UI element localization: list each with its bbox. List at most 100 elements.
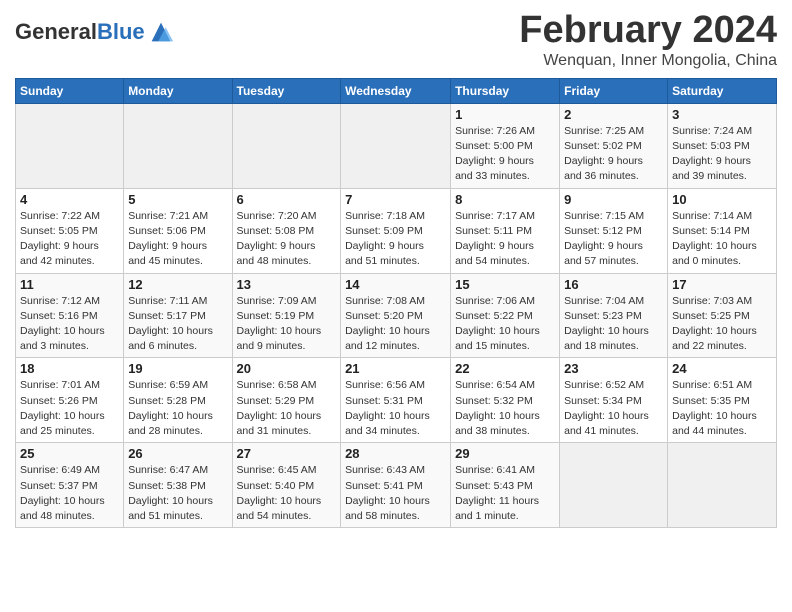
- day-number: 19: [128, 361, 227, 376]
- day-number: 6: [237, 192, 337, 207]
- day-detail: Sunrise: 6:51 AM Sunset: 5:35 PM Dayligh…: [672, 378, 772, 439]
- calendar-cell: 25Sunrise: 6:49 AM Sunset: 5:37 PM Dayli…: [16, 443, 124, 528]
- day-number: 29: [455, 446, 555, 461]
- calendar-cell: 17 Sunrise: 7:03 AM Sunset: 5:25 PM Dayli…: [668, 273, 777, 358]
- calendar-cell: 16 Sunrise: 7:04 AM Sunset: 5:23 PM Dayli…: [560, 273, 668, 358]
- day-detail: Sunrise: 6:52 AM Sunset: 5:34 PM Dayligh…: [564, 378, 663, 439]
- calendar-cell: 7 Sunrise: 7:18 AM Sunset: 5:09 PM Daylig…: [341, 188, 451, 273]
- day-detail: Sunrise: 7:18 AM Sunset: 5:09 PM Dayligh…: [345, 209, 446, 270]
- calendar-header: Sunday Monday Tuesday Wednesday Thursday…: [16, 78, 777, 103]
- page-header: GeneralBlue February 2024 Wenquan, Inner…: [15, 10, 777, 70]
- day-number: 17: [672, 277, 772, 292]
- title-block: February 2024 Wenquan, Inner Mongolia, C…: [519, 10, 777, 70]
- day-number: 16: [564, 277, 663, 292]
- day-number: 8: [455, 192, 555, 207]
- day-detail: Sunrise: 7:14 AM Sunset: 5:14 PM Dayligh…: [672, 209, 772, 270]
- calendar-cell: 19Sunrise: 6:59 AM Sunset: 5:28 PM Dayli…: [124, 358, 232, 443]
- logo: GeneralBlue: [15, 18, 175, 46]
- day-detail: Sunrise: 6:54 AM Sunset: 5:32 PM Dayligh…: [455, 378, 555, 439]
- day-number: 1: [455, 107, 555, 122]
- calendar-cell: [341, 103, 451, 188]
- calendar-cell: 12 Sunrise: 7:11 AM Sunset: 5:17 PM Dayli…: [124, 273, 232, 358]
- day-number: 22: [455, 361, 555, 376]
- calendar-week-1: 1 Sunrise: 7:26 AM Sunset: 5:00 PM Daylig…: [16, 103, 777, 188]
- header-row: Sunday Monday Tuesday Wednesday Thursday…: [16, 78, 777, 103]
- calendar-cell: 3 Sunrise: 7:24 AM Sunset: 5:03 PM Daylig…: [668, 103, 777, 188]
- day-detail: Sunrise: 7:03 AM Sunset: 5:25 PM Dayligh…: [672, 294, 772, 355]
- logo-general-text: General: [15, 19, 97, 44]
- calendar-cell: 5Sunrise: 7:21 AM Sunset: 5:06 PM Daylig…: [124, 188, 232, 273]
- col-monday: Monday: [124, 78, 232, 103]
- calendar-cell: 21 Sunrise: 6:56 AM Sunset: 5:31 PM Dayli…: [341, 358, 451, 443]
- calendar-cell: 1 Sunrise: 7:26 AM Sunset: 5:00 PM Daylig…: [451, 103, 560, 188]
- day-detail: Sunrise: 7:22 AM Sunset: 5:05 PM Dayligh…: [20, 209, 119, 270]
- calendar-week-5: 25Sunrise: 6:49 AM Sunset: 5:37 PM Dayli…: [16, 443, 777, 528]
- day-detail: Sunrise: 7:04 AM Sunset: 5:23 PM Dayligh…: [564, 294, 663, 355]
- calendar-cell: 11 Sunrise: 7:12 AM Sunset: 5:16 PM Dayli…: [16, 273, 124, 358]
- calendar-cell: 14 Sunrise: 7:08 AM Sunset: 5:20 PM Dayli…: [341, 273, 451, 358]
- calendar-cell: [16, 103, 124, 188]
- calendar-cell: 26 Sunrise: 6:47 AM Sunset: 5:38 PM Dayli…: [124, 443, 232, 528]
- calendar-cell: 4 Sunrise: 7:22 AM Sunset: 5:05 PM Daylig…: [16, 188, 124, 273]
- day-detail: Sunrise: 6:58 AM Sunset: 5:29 PM Dayligh…: [237, 378, 337, 439]
- calendar-cell: 2 Sunrise: 7:25 AM Sunset: 5:02 PM Daylig…: [560, 103, 668, 188]
- day-detail: Sunrise: 6:56 AM Sunset: 5:31 PM Dayligh…: [345, 378, 446, 439]
- calendar-cell: 27Sunrise: 6:45 AM Sunset: 5:40 PM Dayli…: [232, 443, 341, 528]
- day-number: 15: [455, 277, 555, 292]
- day-detail: Sunrise: 6:47 AM Sunset: 5:38 PM Dayligh…: [128, 463, 227, 524]
- day-number: 11: [20, 277, 119, 292]
- calendar-cell: 22 Sunrise: 6:54 AM Sunset: 5:32 PM Dayli…: [451, 358, 560, 443]
- calendar-week-4: 18 Sunrise: 7:01 AM Sunset: 5:26 PM Dayli…: [16, 358, 777, 443]
- day-number: 5: [128, 192, 227, 207]
- day-number: 4: [20, 192, 119, 207]
- day-detail: Sunrise: 6:41 AM Sunset: 5:43 PM Dayligh…: [455, 463, 555, 524]
- day-detail: Sunrise: 7:09 AM Sunset: 5:19 PM Dayligh…: [237, 294, 337, 355]
- calendar-cell: 18 Sunrise: 7:01 AM Sunset: 5:26 PM Dayli…: [16, 358, 124, 443]
- day-detail: Sunrise: 7:12 AM Sunset: 5:16 PM Dayligh…: [20, 294, 119, 355]
- day-number: 13: [237, 277, 337, 292]
- day-detail: Sunrise: 7:25 AM Sunset: 5:02 PM Dayligh…: [564, 124, 663, 185]
- day-number: 12: [128, 277, 227, 292]
- day-number: 28: [345, 446, 446, 461]
- day-detail: Sunrise: 7:01 AM Sunset: 5:26 PM Dayligh…: [20, 378, 119, 439]
- day-detail: Sunrise: 7:08 AM Sunset: 5:20 PM Dayligh…: [345, 294, 446, 355]
- day-detail: Sunrise: 7:11 AM Sunset: 5:17 PM Dayligh…: [128, 294, 227, 355]
- calendar-week-2: 4 Sunrise: 7:22 AM Sunset: 5:05 PM Daylig…: [16, 188, 777, 273]
- day-number: 26: [128, 446, 227, 461]
- calendar-cell: 13 Sunrise: 7:09 AM Sunset: 5:19 PM Dayli…: [232, 273, 341, 358]
- day-detail: Sunrise: 7:26 AM Sunset: 5:00 PM Dayligh…: [455, 124, 555, 185]
- day-number: 9: [564, 192, 663, 207]
- day-number: 14: [345, 277, 446, 292]
- day-number: 18: [20, 361, 119, 376]
- day-detail: Sunrise: 7:15 AM Sunset: 5:12 PM Dayligh…: [564, 209, 663, 270]
- calendar-cell: 29 Sunrise: 6:41 AM Sunset: 5:43 PM Dayli…: [451, 443, 560, 528]
- day-detail: Sunrise: 7:24 AM Sunset: 5:03 PM Dayligh…: [672, 124, 772, 185]
- day-detail: Sunrise: 6:43 AM Sunset: 5:41 PM Dayligh…: [345, 463, 446, 524]
- day-number: 2: [564, 107, 663, 122]
- col-wednesday: Wednesday: [341, 78, 451, 103]
- day-number: 3: [672, 107, 772, 122]
- location: Wenquan, Inner Mongolia, China: [519, 52, 777, 70]
- day-number: 7: [345, 192, 446, 207]
- calendar-cell: 15 Sunrise: 7:06 AM Sunset: 5:22 PM Dayli…: [451, 273, 560, 358]
- day-detail: Sunrise: 7:20 AM Sunset: 5:08 PM Dayligh…: [237, 209, 337, 270]
- day-number: 24: [672, 361, 772, 376]
- day-number: 27: [237, 446, 337, 461]
- day-number: 10: [672, 192, 772, 207]
- day-number: 23: [564, 361, 663, 376]
- calendar-week-3: 11 Sunrise: 7:12 AM Sunset: 5:16 PM Dayli…: [16, 273, 777, 358]
- logo-icon: [147, 18, 175, 46]
- day-detail: Sunrise: 7:17 AM Sunset: 5:11 PM Dayligh…: [455, 209, 555, 270]
- calendar-cell: 6 Sunrise: 7:20 AM Sunset: 5:08 PM Daylig…: [232, 188, 341, 273]
- calendar-cell: [668, 443, 777, 528]
- col-saturday: Saturday: [668, 78, 777, 103]
- calendar-cell: 9 Sunrise: 7:15 AM Sunset: 5:12 PM Daylig…: [560, 188, 668, 273]
- col-friday: Friday: [560, 78, 668, 103]
- col-thursday: Thursday: [451, 78, 560, 103]
- day-number: 21: [345, 361, 446, 376]
- calendar-cell: 8 Sunrise: 7:17 AM Sunset: 5:11 PM Daylig…: [451, 188, 560, 273]
- day-detail: Sunrise: 7:06 AM Sunset: 5:22 PM Dayligh…: [455, 294, 555, 355]
- day-detail: Sunrise: 6:49 AM Sunset: 5:37 PM Dayligh…: [20, 463, 119, 524]
- calendar-cell: [124, 103, 232, 188]
- day-number: 20: [237, 361, 337, 376]
